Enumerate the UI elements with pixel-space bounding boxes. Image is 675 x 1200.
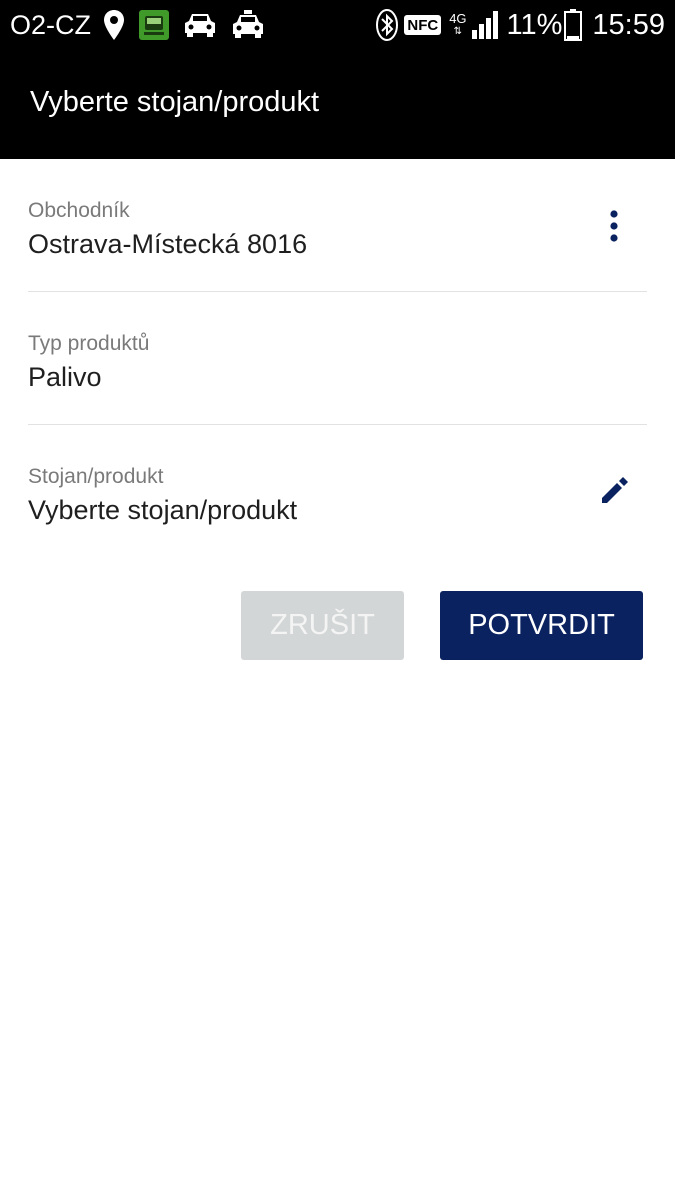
pencil-icon bbox=[602, 477, 628, 503]
bluetooth-icon bbox=[376, 9, 399, 41]
edit-pump-product-button[interactable] bbox=[594, 470, 634, 510]
more-options-button[interactable] bbox=[598, 206, 630, 246]
signal-4g-icon: 4G ⇅ bbox=[449, 11, 467, 37]
app-bus-icon bbox=[139, 10, 169, 40]
product-type-label: Typ produktů bbox=[28, 332, 150, 355]
product-type-field: Typ produktů Palivo bbox=[28, 332, 647, 393]
pump-product-value: Vyberte stojan/produkt bbox=[28, 495, 298, 525]
status-clock: 15:59 bbox=[592, 8, 665, 41]
page-title: Vyberte stojan/produkt bbox=[30, 86, 320, 118]
signal-bars-icon bbox=[471, 10, 501, 40]
network-type-label: 4G bbox=[449, 11, 467, 26]
nfc-icon: NFC bbox=[404, 15, 442, 35]
carrier-name: O2-CZ bbox=[10, 9, 91, 40]
status-bar: O2-CZ NFC 4G ⇅ 11% 15:59 bbox=[0, 0, 675, 50]
confirm-button[interactable]: POTVRDIT bbox=[440, 591, 643, 660]
status-bar-left: O2-CZ bbox=[10, 0, 279, 50]
cancel-button[interactable]: ZRUŠIT bbox=[241, 591, 404, 660]
merchant-value: Ostrava-Místecká 8016 bbox=[28, 229, 308, 259]
app-bar: Vyberte stojan/produkt bbox=[0, 50, 675, 159]
merchant-label: Obchodník bbox=[28, 199, 130, 222]
status-bar-right: NFC 4G ⇅ 11% 15:59 bbox=[376, 0, 665, 50]
pump-product-label: Stojan/produkt bbox=[28, 465, 164, 488]
battery-percent: 11% bbox=[506, 8, 563, 41]
battery-icon bbox=[564, 9, 583, 41]
more-vertical-icon bbox=[610, 210, 618, 242]
divider bbox=[28, 424, 647, 425]
pump-product-field[interactable]: Stojan/produkt Vyberte stojan/produkt bbox=[28, 465, 647, 526]
divider bbox=[28, 291, 647, 292]
product-type-value: Palivo bbox=[28, 362, 102, 392]
merchant-field: Obchodník Ostrava-Místecká 8016 bbox=[28, 199, 647, 260]
taxi-icon bbox=[231, 10, 265, 40]
location-pin-icon bbox=[103, 9, 125, 41]
car-icon bbox=[183, 11, 217, 39]
